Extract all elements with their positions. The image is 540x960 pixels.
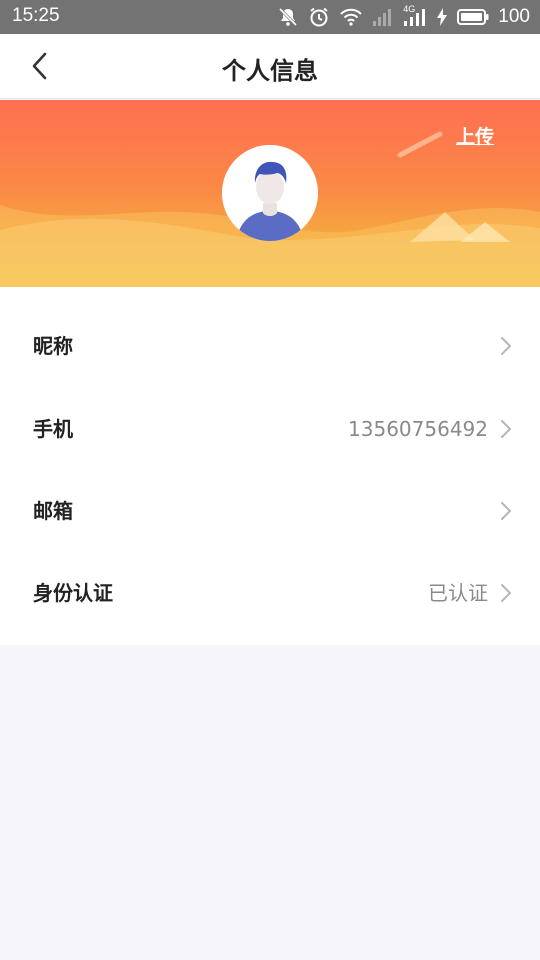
default-user-avatar-icon [222, 145, 318, 241]
status-icons: 4G 100 [277, 4, 530, 30]
alarm-icon [308, 6, 330, 28]
nickname-label: 昵称 [33, 334, 73, 358]
profile-list: 昵称 手机 13560756492 邮箱 身份认证 已认证 [0, 287, 540, 645]
page-title: 个人信息 [222, 57, 318, 85]
email-row[interactable]: 邮箱 [0, 470, 540, 552]
charging-icon [436, 7, 448, 27]
profile-banner: 上传 [0, 100, 540, 287]
chevron-right-icon [501, 584, 511, 602]
header: 个人信息 [0, 34, 540, 99]
battery-level: 100 [498, 6, 530, 27]
identity-verification-status: 已认证 [428, 581, 488, 605]
signal-4g-icon: 4G [403, 4, 427, 27]
wifi-icon [339, 7, 363, 27]
status-bar: 15:25 4G 100 [0, 0, 540, 34]
phone-row[interactable]: 手机 13560756492 [0, 388, 540, 470]
nickname-row[interactable]: 昵称 [0, 305, 540, 387]
chevron-right-icon [501, 420, 511, 438]
chevron-right-icon [501, 337, 511, 355]
phone-label: 手机 [33, 417, 73, 441]
signal-icon [372, 7, 394, 27]
mute-bell-icon [277, 6, 299, 28]
identity-verification-label: 身份认证 [33, 581, 113, 605]
chevron-right-icon [501, 502, 511, 520]
identity-verification-row[interactable]: 身份认证 已认证 [0, 552, 540, 634]
upload-avatar-link[interactable]: 上传 [456, 122, 494, 149]
avatar[interactable] [222, 145, 318, 241]
email-label: 邮箱 [33, 499, 73, 523]
phone-value: 13560756492 [348, 417, 488, 441]
status-time: 15:25 [12, 5, 60, 26]
battery-icon [457, 8, 489, 26]
